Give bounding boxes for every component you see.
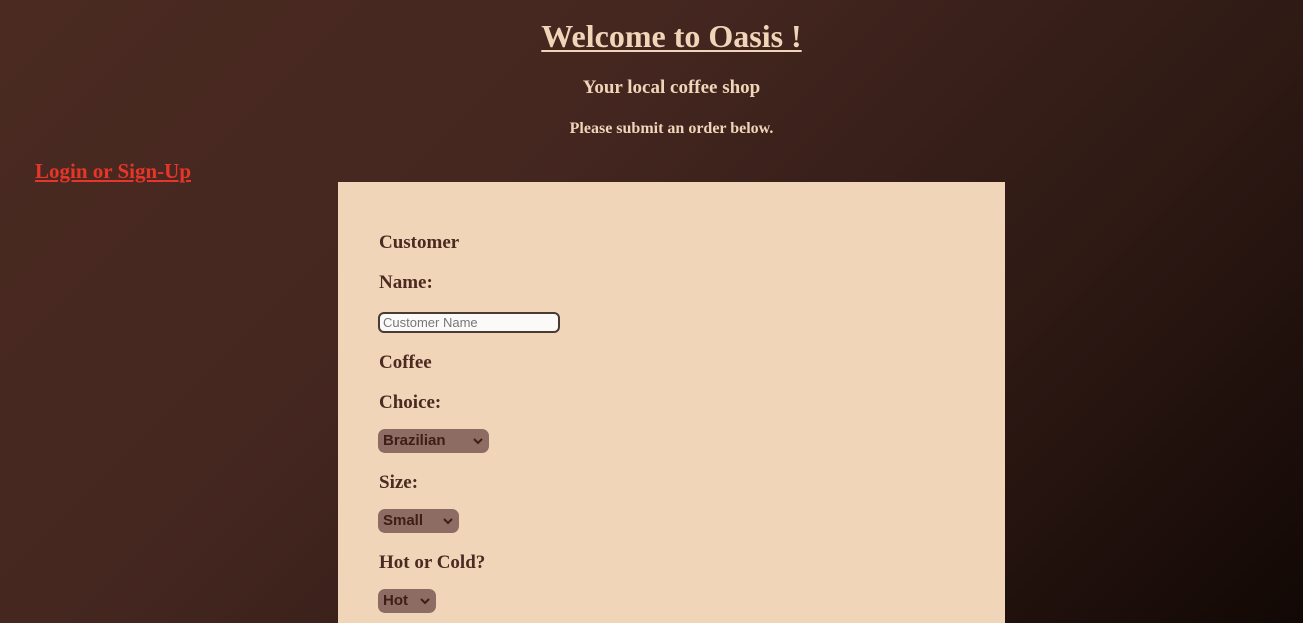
hot-cold-select[interactable]: Hot: [378, 589, 436, 613]
customer-name-label-line1: Customer: [379, 232, 460, 253]
coffee-choice-select[interactable]: Brazilian: [378, 429, 489, 453]
customer-name-input[interactable]: [378, 312, 560, 333]
size-label: Size:: [379, 472, 419, 493]
chevron-down-icon: [420, 589, 430, 613]
page-title: Welcome to Oasis !: [541, 18, 802, 54]
login-signup-link[interactable]: Login or Sign-Up: [35, 158, 191, 184]
coffee-choice-label-line2: Choice:: [379, 392, 442, 413]
customer-name-label-line2: Name:: [379, 272, 433, 293]
hot-cold-value: Hot: [383, 592, 408, 609]
chevron-down-icon: [443, 509, 453, 533]
order-instruction: Please submit an order below.: [569, 120, 774, 137]
chevron-down-icon: [473, 429, 483, 453]
coffee-choice-value: Brazilian: [383, 432, 446, 449]
hot-cold-label: Hot or Cold?: [379, 552, 486, 573]
page-subtitle: Your local coffee shop: [582, 77, 761, 98]
size-select[interactable]: Small: [378, 509, 459, 533]
size-value: Small: [383, 512, 424, 529]
order-form: Customer Name: Coffee Choice: Brazilian …: [338, 182, 1005, 623]
coffee-choice-label-line1: Coffee: [379, 352, 432, 373]
